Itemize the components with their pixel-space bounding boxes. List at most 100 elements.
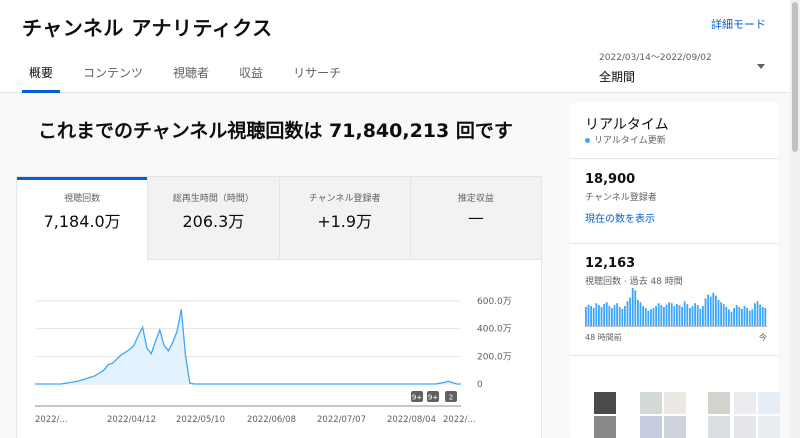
divider bbox=[570, 243, 778, 244]
live-dot-icon bbox=[585, 138, 590, 143]
divider bbox=[570, 158, 778, 159]
y-tick-label: 0 bbox=[477, 380, 483, 390]
range-start-label: 48 時間前 bbox=[585, 333, 622, 342]
subscriber-label: チャンネル登録者 bbox=[585, 193, 657, 203]
divider bbox=[570, 355, 778, 356]
realtime-bar bbox=[764, 307, 767, 326]
realtime-bar bbox=[673, 306, 676, 326]
realtime-bar bbox=[735, 305, 738, 326]
metric-value: +1.9万 bbox=[317, 212, 373, 231]
tab-bar: 概要 コンテンツ 視聴者 収益 リサーチ bbox=[14, 64, 356, 93]
svg-text:9+: 9+ bbox=[428, 394, 438, 402]
realtime-bar bbox=[712, 292, 715, 326]
event-marker[interactable]: 2 bbox=[445, 391, 457, 402]
metrics-card: 視聴回数 7,184.0万 総再生時間（時間） 206.3万 チャンネル登録者 … bbox=[16, 176, 542, 438]
blurred-thumbnail bbox=[664, 392, 686, 414]
tab-audience[interactable]: 視聴者 bbox=[158, 64, 224, 93]
realtime-bar bbox=[709, 296, 712, 326]
range-end-label: 今 bbox=[759, 333, 767, 342]
show-current-count-link[interactable]: 現在の数を表示 bbox=[585, 210, 655, 225]
svg-text:2: 2 bbox=[449, 394, 453, 402]
realtime-bar bbox=[741, 308, 743, 326]
blurred-thumbnail bbox=[640, 392, 662, 414]
realtime-bar bbox=[660, 305, 663, 326]
realtime-bar bbox=[683, 301, 686, 326]
tab-overview[interactable]: 概要 bbox=[14, 64, 68, 93]
analytics-header: チャンネル アナリティクス 詳細モード 概要 コンテンツ 視聴者 収益 リサーチ… bbox=[0, 0, 800, 93]
realtime-bar bbox=[631, 288, 634, 326]
realtime-bar bbox=[603, 304, 606, 326]
tab-revenue[interactable]: 収益 bbox=[224, 64, 278, 93]
realtime-bar bbox=[665, 304, 668, 326]
x-tick-label: 2022/07/07 bbox=[317, 415, 366, 425]
x-tick-label: 2022/06/08 bbox=[247, 415, 296, 425]
caret-down-icon bbox=[757, 64, 765, 69]
realtime-bar bbox=[743, 306, 746, 326]
y-tick-label: 600.0万 bbox=[477, 297, 512, 307]
realtime-bar bbox=[754, 303, 756, 326]
subscriber-count: 18,900 bbox=[585, 172, 636, 187]
bar-axis-line bbox=[585, 326, 767, 327]
blurred-thumbnail bbox=[758, 392, 780, 414]
realtime-bar bbox=[600, 307, 603, 326]
realtime-bar bbox=[595, 303, 598, 326]
realtime-bar bbox=[585, 307, 587, 326]
realtime-bar bbox=[761, 307, 764, 326]
realtime-update-label: リアルタイム更新 bbox=[594, 136, 666, 146]
blurred-thumbnail bbox=[734, 416, 756, 438]
advanced-mode-link[interactable]: 詳細モード bbox=[711, 16, 766, 32]
metric-tab-revenue[interactable]: 推定収益 — bbox=[409, 177, 541, 260]
realtime-bar bbox=[717, 299, 720, 326]
realtime-bar bbox=[587, 304, 590, 326]
realtime-bar bbox=[704, 298, 707, 326]
realtime-panel: リアルタイム リアルタイム更新 18,900 チャンネル登録者 現在の数を表示 … bbox=[570, 103, 778, 438]
x-tick-label: 2022/... bbox=[35, 415, 68, 425]
realtime-bar bbox=[702, 306, 704, 326]
metric-label: 推定収益 bbox=[457, 194, 494, 204]
realtime-bar bbox=[681, 307, 684, 326]
x-tick-label: 2022/08/04 bbox=[387, 415, 436, 425]
realtime-bar bbox=[691, 306, 694, 326]
views-chart: 600.0万 400.0万 200.0万 0 9+ 9+ 2 2022/... 2022/04/… bbox=[35, 297, 512, 425]
metric-label: 視聴回数 bbox=[64, 194, 101, 204]
realtime-views-count: 12,163 bbox=[585, 256, 636, 271]
realtime-bar bbox=[592, 307, 595, 326]
realtime-bar bbox=[647, 310, 650, 326]
realtime-bar bbox=[699, 308, 702, 326]
realtime-bar bbox=[686, 304, 689, 326]
blurred-thumbnail bbox=[594, 392, 616, 414]
realtime-bar bbox=[678, 305, 681, 326]
realtime-bar bbox=[725, 307, 728, 326]
blurred-thumbnail bbox=[708, 392, 730, 414]
total-views-headline: これまでのチャンネル視聴回数は 71,840,213 回です bbox=[38, 120, 513, 142]
metric-tab-watch-time[interactable]: 総再生時間（時間） 206.3万 bbox=[147, 177, 279, 260]
metric-value: — bbox=[467, 208, 484, 227]
realtime-bar bbox=[696, 305, 699, 326]
views-line bbox=[35, 309, 461, 385]
metric-value: 7,184.0万 bbox=[43, 212, 121, 231]
realtime-bar bbox=[611, 307, 613, 326]
realtime-bar bbox=[759, 304, 762, 326]
page-scrollbar[interactable] bbox=[790, 0, 800, 438]
metric-tab-subscribers[interactable]: チャンネル登録者 +1.9万 bbox=[278, 177, 410, 260]
tab-content[interactable]: コンテンツ bbox=[68, 64, 158, 93]
x-tick-label: 2022/... bbox=[443, 415, 476, 425]
scrollbar-thumb[interactable] bbox=[792, 2, 798, 152]
blurred-thumbnail bbox=[594, 416, 616, 438]
realtime-bar bbox=[733, 307, 736, 326]
realtime-bar bbox=[652, 307, 655, 326]
tab-research[interactable]: リサーチ bbox=[278, 64, 356, 93]
event-marker[interactable]: 9+ bbox=[427, 391, 439, 402]
realtime-bar bbox=[756, 301, 759, 326]
date-range-text: 2022/03/14～2022/09/02 bbox=[599, 53, 712, 63]
metric-tab-views[interactable]: 視聴回数 7,184.0万 bbox=[17, 177, 148, 260]
realtime-bar bbox=[694, 303, 697, 326]
realtime-bar bbox=[746, 307, 749, 326]
period-label: 全期間 bbox=[599, 70, 636, 84]
date-range-selector[interactable]: 2022/03/14～2022/09/02 全期間 bbox=[599, 50, 769, 84]
blurred-thumbnails bbox=[594, 392, 780, 438]
event-marker[interactable]: 9+ bbox=[411, 391, 423, 402]
realtime-bar bbox=[624, 306, 626, 326]
realtime-bar bbox=[637, 299, 639, 326]
realtime-title: リアルタイム bbox=[585, 117, 669, 133]
